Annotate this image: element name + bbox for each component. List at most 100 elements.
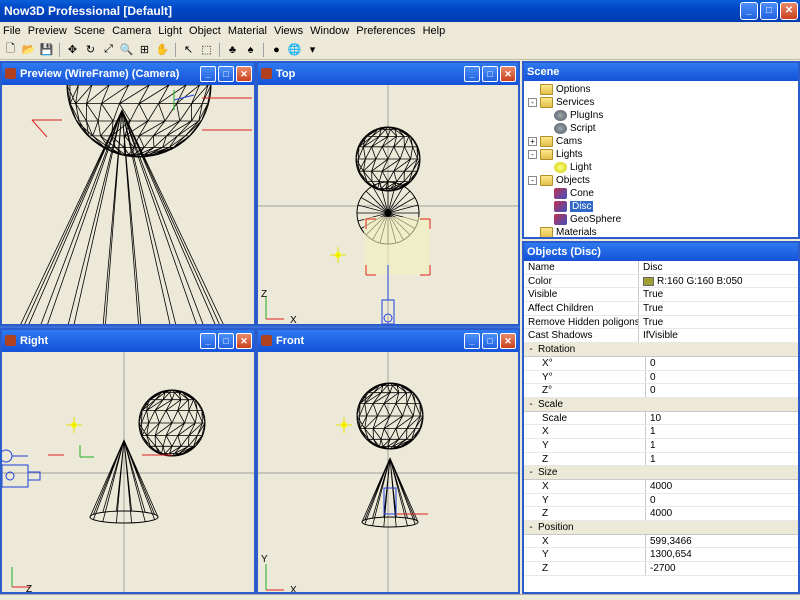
front-viewport-titlebar[interactable]: Front _ □ ✕ <box>258 330 518 352</box>
close-button[interactable]: ✕ <box>236 66 252 82</box>
dropdown-icon[interactable]: ▾ <box>304 41 321 58</box>
new-icon[interactable]: 🗋 <box>2 41 19 58</box>
property-row[interactable]: Z 4000 <box>524 507 798 522</box>
collapse-icon[interactable]: - <box>524 343 538 356</box>
top-viewport-titlebar[interactable]: Top _ □ ✕ <box>258 63 518 85</box>
maximize-button[interactable]: □ <box>760 2 778 20</box>
property-row[interactable]: Color R:160 G:160 B:050 <box>524 274 798 289</box>
property-value[interactable]: 1 <box>646 425 798 438</box>
property-row[interactable]: Affect Children True <box>524 302 798 316</box>
sphere-icon[interactable]: ● <box>268 41 285 58</box>
front-canvas[interactable]: Y X <box>258 352 518 592</box>
close-button[interactable]: ✕ <box>500 66 516 82</box>
property-row[interactable]: Y0 <box>524 493 798 508</box>
tree-node-materials[interactable]: Materials <box>524 226 798 237</box>
property-value[interactable]: IfVisible <box>639 329 798 342</box>
minimize-button[interactable]: _ <box>200 66 216 82</box>
tree-node-lights[interactable]: - Lights <box>524 148 798 161</box>
menu-preferences[interactable]: Preferences <box>355 25 421 37</box>
tree-node-light[interactable]: Light <box>524 161 798 174</box>
property-row[interactable]: Remove Hidden poligons True <box>524 315 798 330</box>
menu-window[interactable]: Window <box>309 25 355 37</box>
close-button[interactable]: ✕ <box>236 333 252 349</box>
property-row[interactable]: Z -2700 <box>524 562 798 576</box>
property-row[interactable]: Cast Shadows IfVisible <box>524 329 798 344</box>
menu-camera[interactable]: Camera <box>111 25 157 37</box>
tree-node-objects[interactable]: - Objects <box>524 174 798 187</box>
tree-node-geosphere[interactable]: GeoSphere <box>524 213 798 226</box>
property-category-size[interactable]: - Size <box>524 466 798 480</box>
tree-node-disc[interactable]: Disc <box>524 200 798 213</box>
pan-icon[interactable]: ✋ <box>154 41 171 58</box>
zoom-icon[interactable]: 🔍 <box>118 41 135 58</box>
close-button[interactable]: ✕ <box>780 2 798 20</box>
minimize-button[interactable]: _ <box>740 2 758 20</box>
property-value[interactable]: 0 <box>646 384 798 397</box>
preview-viewport[interactable]: Preview (WireFrame) (Camera) _ □ ✕ <box>0 61 256 326</box>
color-swatch[interactable] <box>643 276 654 286</box>
right-viewport[interactable]: Right _ □ ✕ Z <box>0 328 256 594</box>
maximize-button[interactable]: □ <box>218 333 234 349</box>
property-value[interactable]: R:160 G:160 B:050 <box>639 275 798 288</box>
menu-light[interactable]: Light <box>157 25 188 37</box>
property-value[interactable]: 1300,654 <box>646 548 798 561</box>
scene-tree[interactable]: Options - Services PlugIns Script + Cams - Light… <box>524 81 798 237</box>
tree-node-script[interactable]: Script <box>524 122 798 135</box>
property-grid[interactable]: Name Disc Color R:160 G:160 B:050 Visible Tru… <box>524 261 798 594</box>
menu-help[interactable]: Help <box>422 25 452 37</box>
top-canvas[interactable]: Z X <box>258 85 518 324</box>
property-value[interactable]: 0 <box>646 357 798 370</box>
maximize-button[interactable]: □ <box>218 66 234 82</box>
collapse-icon[interactable]: - <box>524 521 538 534</box>
menu-views[interactable]: Views <box>273 25 309 37</box>
collapse-icon[interactable]: - <box>524 398 538 411</box>
menu-file[interactable]: File <box>2 25 27 37</box>
maximize-button[interactable]: □ <box>482 66 498 82</box>
property-row[interactable]: X 599,3466 <box>524 534 798 549</box>
property-value[interactable]: 0 <box>646 494 798 507</box>
property-value[interactable]: 0 <box>646 371 798 384</box>
property-value[interactable]: Disc <box>639 261 798 274</box>
property-value[interactable]: 4000 <box>646 480 798 493</box>
property-value[interactable]: 1 <box>646 439 798 452</box>
scale-icon[interactable]: ⤢ <box>100 41 117 58</box>
property-category-position[interactable]: - Position <box>524 521 798 535</box>
minimize-button[interactable]: _ <box>464 333 480 349</box>
tree-node-plugins[interactable]: PlugIns <box>524 109 798 122</box>
collapse-icon[interactable]: - <box>528 175 537 185</box>
tree-node-services[interactable]: - Services <box>524 96 798 109</box>
top-viewport[interactable]: Top _ □ ✕ Z X <box>256 61 520 326</box>
property-row[interactable]: X° 0 <box>524 356 798 371</box>
property-row[interactable]: X1 <box>524 425 798 439</box>
right-canvas[interactable]: Z <box>2 352 254 592</box>
front-viewport[interactable]: Front _ □ ✕ Y X <box>256 328 520 594</box>
property-value[interactable]: -2700 <box>646 562 798 575</box>
property-row[interactable]: Z1 <box>524 452 798 467</box>
property-row[interactable]: Name Disc <box>524 261 798 275</box>
property-value[interactable]: 10 <box>646 412 798 425</box>
globe-icon[interactable]: 🌐 <box>286 41 303 58</box>
property-value[interactable]: True <box>639 316 798 329</box>
property-value[interactable]: True <box>639 288 798 301</box>
minimize-button[interactable]: _ <box>200 333 216 349</box>
preview-viewport-titlebar[interactable]: Preview (WireFrame) (Camera) _ □ ✕ <box>2 63 254 85</box>
render-options-icon[interactable]: ♠ <box>242 41 259 58</box>
close-button[interactable]: ✕ <box>500 333 516 349</box>
maximize-button[interactable]: □ <box>482 333 498 349</box>
move-icon[interactable]: ✥ <box>64 41 81 58</box>
property-value[interactable]: True <box>639 302 798 315</box>
property-row[interactable]: X 4000 <box>524 480 798 494</box>
menu-material[interactable]: Material <box>227 25 273 37</box>
property-category-rotation[interactable]: - Rotation <box>524 343 798 357</box>
property-value[interactable]: 4000 <box>646 507 798 520</box>
menu-scene[interactable]: Scene <box>73 25 111 37</box>
open-icon[interactable]: 📂 <box>20 41 37 58</box>
property-row[interactable]: Y 1300,654 <box>524 548 798 563</box>
rotate-icon[interactable]: ↻ <box>82 41 99 58</box>
property-row[interactable]: Scale 10 <box>524 411 798 426</box>
select-icon[interactable]: ↖ <box>180 41 197 58</box>
collapse-icon[interactable]: - <box>528 97 537 107</box>
minimize-button[interactable]: _ <box>464 66 480 82</box>
expand-icon[interactable]: + <box>528 136 537 146</box>
property-value[interactable]: 599,3466 <box>646 535 798 548</box>
